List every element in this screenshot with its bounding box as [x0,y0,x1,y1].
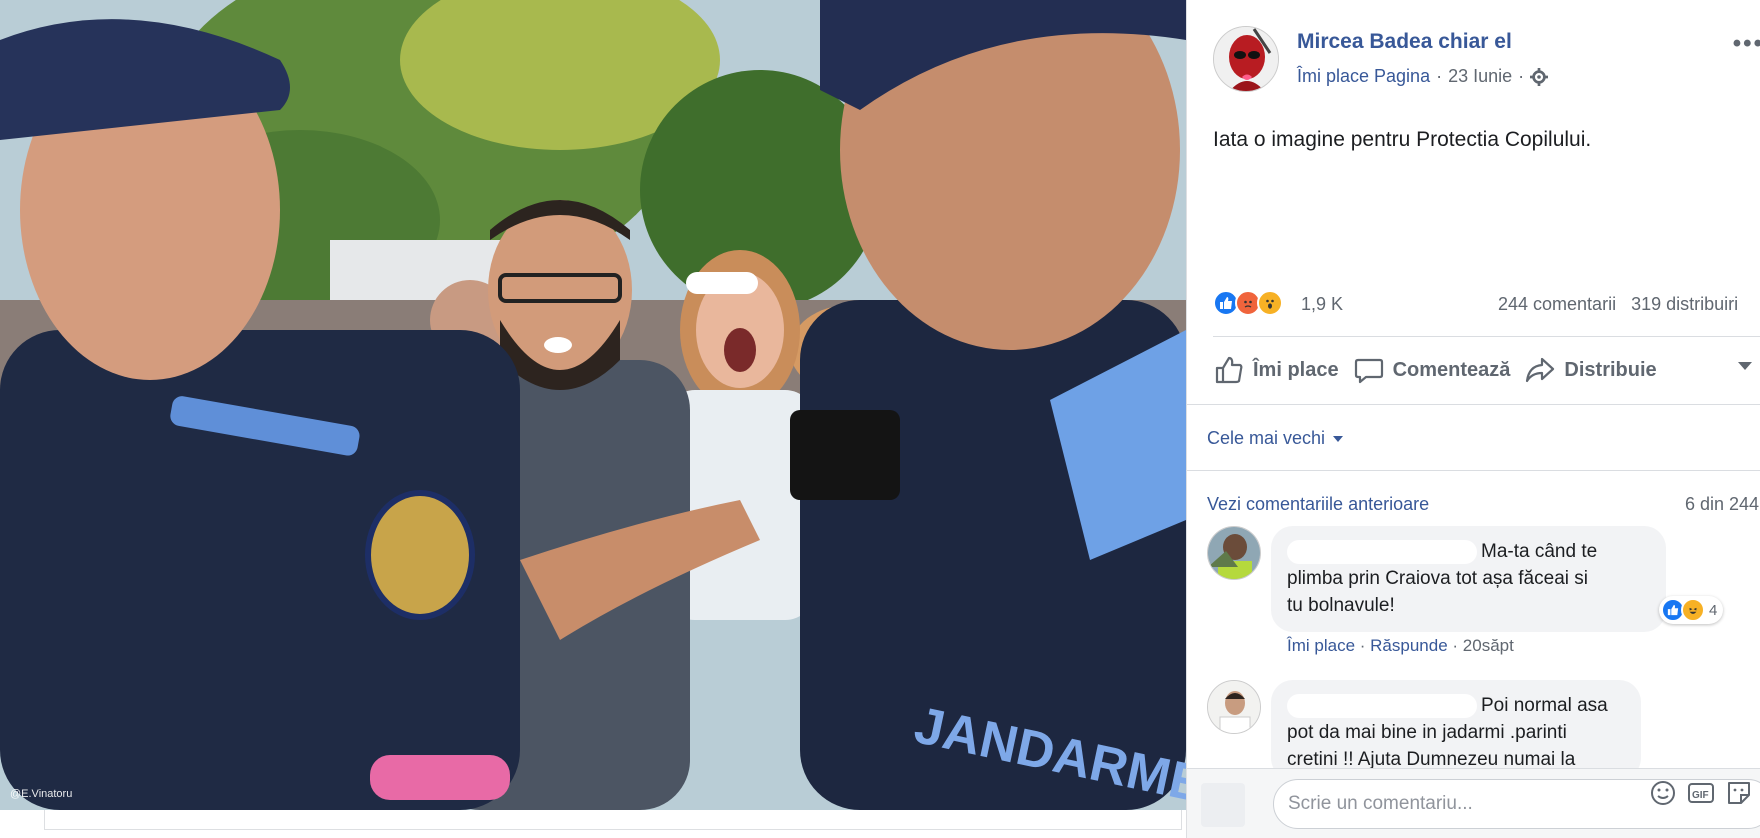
share-arrow-icon [1526,357,1555,383]
redacted-author-name[interactable] [1287,693,1477,718]
wow-reaction-icon [1257,290,1283,316]
post-options-button[interactable]: ••• [1733,30,1760,58]
reactions-summary[interactable]: 1,9 K 244 comentarii 319 distribuiri [1213,290,1760,322]
divider [1187,404,1760,405]
previous-comments-row: Vezi comentariile anterioare 6 din 244 [1207,494,1760,515]
comment-text-line: tu bolnavule! [1287,595,1395,616]
share-button-label: Distribuie [1564,358,1657,381]
engagement-counts: 244 comentarii 319 distribuiri [1498,294,1738,315]
commenter-avatar[interactable] [1207,526,1261,580]
comment-sort-label: Cele mai vechi [1207,428,1326,448]
share-options-caret-icon[interactable] [1738,362,1752,370]
comment-reaction-count: 4 [1709,601,1718,619]
commenter-avatar[interactable] [1207,680,1261,734]
comment-like-link[interactable]: Îmi place [1287,636,1355,655]
sticker-icon[interactable] [1725,779,1753,807]
view-previous-comments-link[interactable]: Vezi comentariile anterioare [1207,494,1429,514]
page-name-link[interactable]: Mircea Badea chiar el [1297,30,1512,54]
divider [1213,336,1760,337]
emoji-icon[interactable] [1649,779,1677,807]
svg-text:GIF: GIF [1692,790,1709,801]
photo-credit: @E.Vinatoru [10,788,73,800]
post-meta: Îmi place Pagina · 23 Iunie · [1297,66,1549,87]
divider [1187,470,1760,471]
comment-composer: Scrie un comentariu... GIF [1187,768,1760,838]
comment-reactions[interactable]: 4 [1659,596,1724,624]
post-panel: Mircea Badea chiar el Îmi place Pagina ·… [1186,0,1760,838]
post-photo[interactable]: JANDARMERIE @E.Vinatoru [0,0,1186,810]
meta-separator: · [1436,66,1443,86]
comment-icon [1354,358,1383,384]
comment-button-label: Comentează [1392,358,1511,381]
post-actions: Îmi place Comentează Distribuie [1213,348,1760,392]
gif-icon[interactable]: GIF [1687,779,1715,807]
post-header: Mircea Badea chiar el Îmi place Pagina ·… [1213,26,1760,96]
chevron-down-icon [1333,435,1344,442]
comment-bubble: Poi normal asa pot da mai bine in jadarm… [1271,680,1641,780]
comment-bubble: Ma-ta când te plimba prin Craiova tot aș… [1271,526,1666,632]
comment-timestamp[interactable]: 20săpt [1463,636,1514,655]
like-button-label: Îmi place [1253,358,1339,381]
comment-reply-link[interactable]: Răspunde [1370,636,1448,655]
composer-icons: GIF [1649,779,1753,807]
comment-text-line: plimba prin Craiova tot așa făceai si [1287,568,1588,589]
post-date[interactable]: 23 Iunie [1448,66,1512,87]
like-button[interactable]: Îmi place [1213,354,1339,386]
comment-text-line: Poi normal asa [1481,695,1608,716]
comments-progress: 6 din 244 [1685,494,1760,514]
haha-reaction-icon [1681,598,1705,622]
redacted-author-name[interactable] [1287,539,1477,564]
photo-illustration: JANDARMERIE [0,0,1186,810]
reaction-icons [1213,290,1283,316]
page-avatar[interactable] [1213,26,1279,92]
photo-viewer: JANDARMERIE @E.Vinatoru Mircea Badea chi… [0,0,1760,838]
shares-count-link[interactable]: 319 distribuiri [1631,294,1738,314]
comment-button[interactable]: Comentează [1353,354,1511,386]
current-user-avatar [1201,783,1245,827]
comment-actions: Îmi place · Răspunde · 20săpt [1287,636,1514,655]
post-text: Iata o imagine pentru Protectia Copilulu… [1213,128,1592,151]
photo-caption-area [0,810,1186,838]
comments-count-link[interactable]: 244 comentarii [1498,294,1616,314]
comment-sort-dropdown[interactable]: Cele mai vechi [1207,428,1344,449]
meta-separator: · [1518,66,1525,86]
comment-text-line: Ma-ta când te [1481,541,1598,562]
share-button[interactable]: Distribuie [1524,354,1657,386]
comment-text-line: pot da mai bine in jadarmi .parinti [1287,722,1567,743]
like-page-link[interactable]: Îmi place Pagina [1297,66,1430,87]
reaction-count[interactable]: 1,9 K [1301,294,1343,315]
gear-icon[interactable] [1530,67,1549,86]
thumbs-up-icon [1215,356,1243,384]
